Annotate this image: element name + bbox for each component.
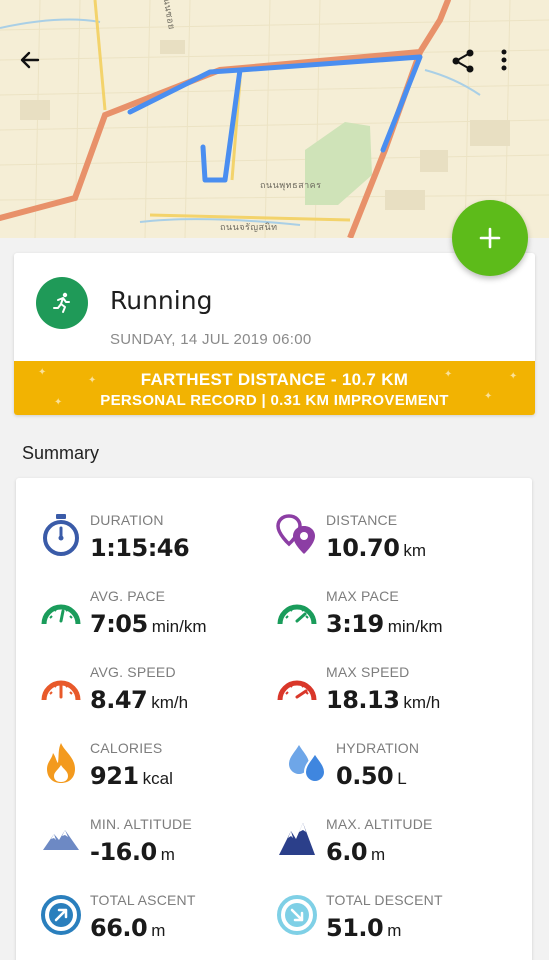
summary-card: DURATION 1:15:46 DISTANCE 10.70 km AVG. P… bbox=[16, 478, 532, 960]
stat-min-altitude: MIN. ALTITUDE -16.0 m bbox=[38, 816, 278, 886]
stat-unit: km bbox=[403, 541, 427, 560]
stat-label: DURATION bbox=[90, 512, 164, 528]
record-title: FARTHEST DISTANCE - 10.7 KM bbox=[140, 370, 409, 389]
stat-value: 921 bbox=[90, 762, 139, 790]
stat-value: 8.47 bbox=[90, 686, 148, 714]
arrow-down-right-circle-icon bbox=[274, 892, 320, 938]
running-person-icon bbox=[36, 277, 88, 329]
stat-label: MAX. ALTITUDE bbox=[326, 816, 433, 832]
map-street-label: ถนนพุทธสาคร bbox=[260, 181, 322, 191]
stat-avg-pace: AVG. PACE 7:05 min/km bbox=[38, 588, 278, 658]
gauge-green-max-icon bbox=[274, 588, 320, 634]
stat-avg-speed: AVG. SPEED 8.47 km/h bbox=[38, 664, 278, 734]
stat-duration: DURATION 1:15:46 bbox=[38, 512, 278, 582]
stat-calories: CALORIES 921 kcal bbox=[38, 740, 278, 810]
arrow-up-right-circle-icon bbox=[38, 892, 84, 938]
stat-label: TOTAL DESCENT bbox=[326, 892, 443, 908]
stat-label: AVG. SPEED bbox=[90, 664, 176, 680]
stat-total-ascent: TOTAL ASCENT 66.0 m bbox=[38, 892, 278, 960]
stat-max-pace: MAX PACE 3:19 min/km bbox=[274, 588, 514, 658]
stat-unit: km/h bbox=[151, 693, 189, 712]
mountain-low-icon bbox=[38, 816, 84, 862]
stat-unit: kcal bbox=[142, 769, 173, 788]
stat-value: 66.0 bbox=[90, 914, 148, 942]
route-map-graphic bbox=[0, 0, 549, 238]
stat-unit: m bbox=[371, 845, 386, 864]
stat-value: 6.0 bbox=[326, 838, 368, 866]
record-subtitle: PERSONAL RECORD | 0.31 KM IMPROVEMENT bbox=[100, 392, 449, 409]
flame-icon bbox=[38, 740, 84, 786]
stat-unit: min/km bbox=[387, 617, 443, 636]
activity-date: SUNDAY, 14 JUL 2019 06:00 bbox=[110, 331, 312, 348]
activity-header-card: Running SUNDAY, 14 JUL 2019 06:00 ✦ ✦ ✦ … bbox=[14, 253, 535, 415]
stat-value: 0.50 bbox=[336, 762, 394, 790]
route-map[interactable]: ถนนซอย ถนนพุทธสาคร ถนนจรัญสนิท bbox=[0, 0, 549, 238]
stat-max-speed: MAX SPEED 18.13 km/h bbox=[274, 664, 514, 734]
stat-value: 51.0 bbox=[326, 914, 384, 942]
stat-distance: DISTANCE 10.70 km bbox=[274, 512, 514, 582]
stat-total-descent: TOTAL DESCENT 51.0 m bbox=[274, 892, 514, 960]
stat-label: AVG. PACE bbox=[90, 588, 166, 604]
stat-unit: L bbox=[397, 769, 407, 788]
gauge-red-icon bbox=[274, 664, 320, 710]
stat-unit: m bbox=[160, 845, 175, 864]
stat-label: MAX PACE bbox=[326, 588, 399, 604]
gauge-orange-icon bbox=[38, 664, 84, 710]
activity-title: Running bbox=[110, 286, 213, 315]
stat-value: 18.13 bbox=[326, 686, 400, 714]
more-vertical-icon bbox=[501, 49, 507, 71]
arrow-back-icon bbox=[20, 51, 40, 69]
personal-record-banner[interactable]: ✦ ✦ ✦ ✦ ✦ ✦ FARTHEST DISTANCE - 10.7 KM … bbox=[14, 361, 535, 415]
map-street-label: ถนนจรัญสนิท bbox=[220, 223, 278, 233]
stat-value: 10.70 bbox=[326, 534, 400, 562]
stat-max-altitude: MAX. ALTITUDE 6.0 m bbox=[274, 816, 514, 886]
stat-value: 3:19 bbox=[326, 610, 384, 638]
share-button[interactable] bbox=[450, 48, 490, 88]
stat-unit: min/km bbox=[151, 617, 207, 636]
stopwatch-icon bbox=[38, 512, 84, 558]
gauge-green-icon bbox=[38, 588, 84, 634]
stat-value: 1:15:46 bbox=[90, 534, 190, 562]
stat-label: TOTAL ASCENT bbox=[90, 892, 196, 908]
stat-unit: km/h bbox=[403, 693, 441, 712]
summary-section-title: Summary bbox=[22, 443, 100, 463]
plus-icon bbox=[479, 227, 501, 249]
map-pins-icon bbox=[274, 512, 320, 558]
stat-unit: m bbox=[387, 921, 402, 940]
add-button[interactable] bbox=[452, 200, 528, 276]
mountain-high-icon bbox=[274, 816, 320, 862]
stat-label: DISTANCE bbox=[326, 512, 398, 528]
stat-label: CALORIES bbox=[90, 740, 163, 756]
back-button[interactable] bbox=[18, 48, 58, 88]
stat-value: -16.0 bbox=[90, 838, 157, 866]
stat-label: HYDRATION bbox=[336, 740, 420, 756]
more-options-button[interactable] bbox=[500, 48, 540, 88]
stat-unit: m bbox=[151, 921, 166, 940]
stat-value: 7:05 bbox=[90, 610, 148, 638]
water-drops-icon bbox=[284, 740, 330, 786]
stat-label: MIN. ALTITUDE bbox=[90, 816, 192, 832]
stat-hydration: HYDRATION 0.50 L bbox=[284, 740, 524, 810]
stat-label: MAX SPEED bbox=[326, 664, 410, 680]
share-icon bbox=[452, 49, 474, 73]
